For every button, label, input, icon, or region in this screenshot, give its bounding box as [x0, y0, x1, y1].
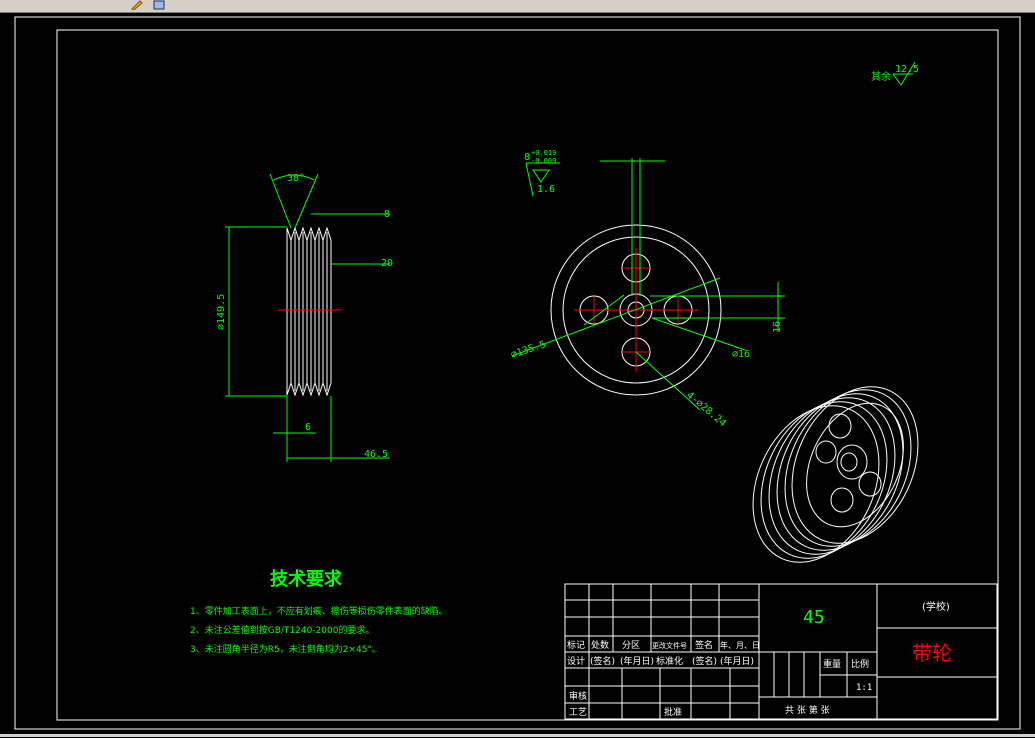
groove-width-label: 20	[381, 258, 393, 269]
tb-standard-sign: (签名)	[692, 655, 717, 667]
tb-standard-date: (年月日)	[720, 655, 754, 667]
tol-lower-label: -0.009	[531, 157, 556, 165]
hub-offset-label: 6	[305, 422, 311, 433]
title-block: 45 (学校) 带轮 标记 处数 分区 更改文件号 签名 年、月、日 设计 (签…	[564, 583, 998, 720]
tb-weight: 重量	[823, 658, 841, 670]
tech-req-title: 技术要求	[270, 568, 343, 590]
tb-approve: 批准	[664, 706, 682, 718]
diameter-label: ⌀149.5	[216, 294, 227, 330]
tb-process: 工艺	[569, 707, 587, 718]
side-view: 38° 8 20 ⌀149.5 6 46.5	[216, 173, 393, 462]
tb-scale-value: 1:1	[856, 683, 872, 693]
tech-req-item-2: 2、未注公差值到按GB/T1240-2000的要求。	[190, 624, 374, 636]
surface-label: 1.6	[537, 184, 555, 195]
angle-label: 38°	[287, 173, 305, 184]
tech-req-item-3: 3、未注圆角半径为R5，未注倒角均为2×45°。	[190, 643, 381, 655]
tech-requirements: 技术要求 1、零件加工表面上，不应有划痕、擦伤等损伤零件表面的缺陷。 2、未注公…	[190, 568, 448, 655]
holes-label: 4-⌀28.24	[684, 390, 728, 429]
tol-upper-label: +0.019	[531, 149, 556, 157]
outer-frame	[14, 16, 1021, 730]
view-icon[interactable]	[152, 0, 166, 10]
tb-sign: 签名	[695, 639, 713, 651]
cad-drawing: 其余 12.5 38° 8 20 ⌀149.5 6 46.5 8 +0.019 …	[14, 16, 1021, 730]
tb-design-sign: (签名)	[590, 655, 615, 667]
tb-date: 年、月、日	[720, 640, 760, 650]
school-label: (学校)	[922, 600, 950, 613]
draw-icon[interactable]	[130, 0, 144, 10]
tb-sheets: 共 张 第 张	[785, 704, 830, 716]
drawing-canvas[interactable]: 其余 12.5 38° 8 20 ⌀149.5 6 46.5 8 +0.019 …	[0, 13, 1035, 734]
tb-standard: 标准化	[656, 655, 683, 667]
roughness-value: 12.5	[895, 64, 919, 75]
part-name-label: 带轮	[912, 641, 952, 665]
roughness-label: 其余	[871, 70, 891, 83]
total-width-label: 46.5	[364, 449, 388, 460]
tb-zone: 分区	[622, 640, 640, 651]
tb-count: 处数	[591, 639, 609, 651]
tb-design: 设计	[567, 655, 585, 667]
keyway-label: 8	[524, 152, 530, 163]
bore-dia-label: ⌀16	[732, 349, 750, 360]
tb-review: 审核	[569, 690, 587, 702]
key-height-label: 16	[772, 321, 783, 333]
tb-design-date: (年月日)	[620, 655, 654, 667]
tb-scale: 比例	[851, 658, 869, 670]
isometric-view	[752, 386, 919, 563]
outer-dia-label: ⌀135.5	[510, 339, 548, 361]
groove-top-label: 8	[384, 209, 390, 220]
front-view: 8 +0.019 -0.009 1.6 16 ⌀135.5 ⌀16 4-⌀28.…	[510, 149, 785, 429]
tech-req-item-1: 1、零件加工表面上，不应有划痕、擦伤等损伤零件表面的缺陷。	[190, 605, 448, 617]
roughness-symbol: 其余 12.5	[871, 61, 919, 86]
tb-mark: 标记	[567, 639, 585, 651]
cad-toolbar	[0, 0, 1035, 13]
material-label: 45	[803, 607, 825, 628]
tb-change-doc: 更改文件号	[652, 641, 687, 650]
